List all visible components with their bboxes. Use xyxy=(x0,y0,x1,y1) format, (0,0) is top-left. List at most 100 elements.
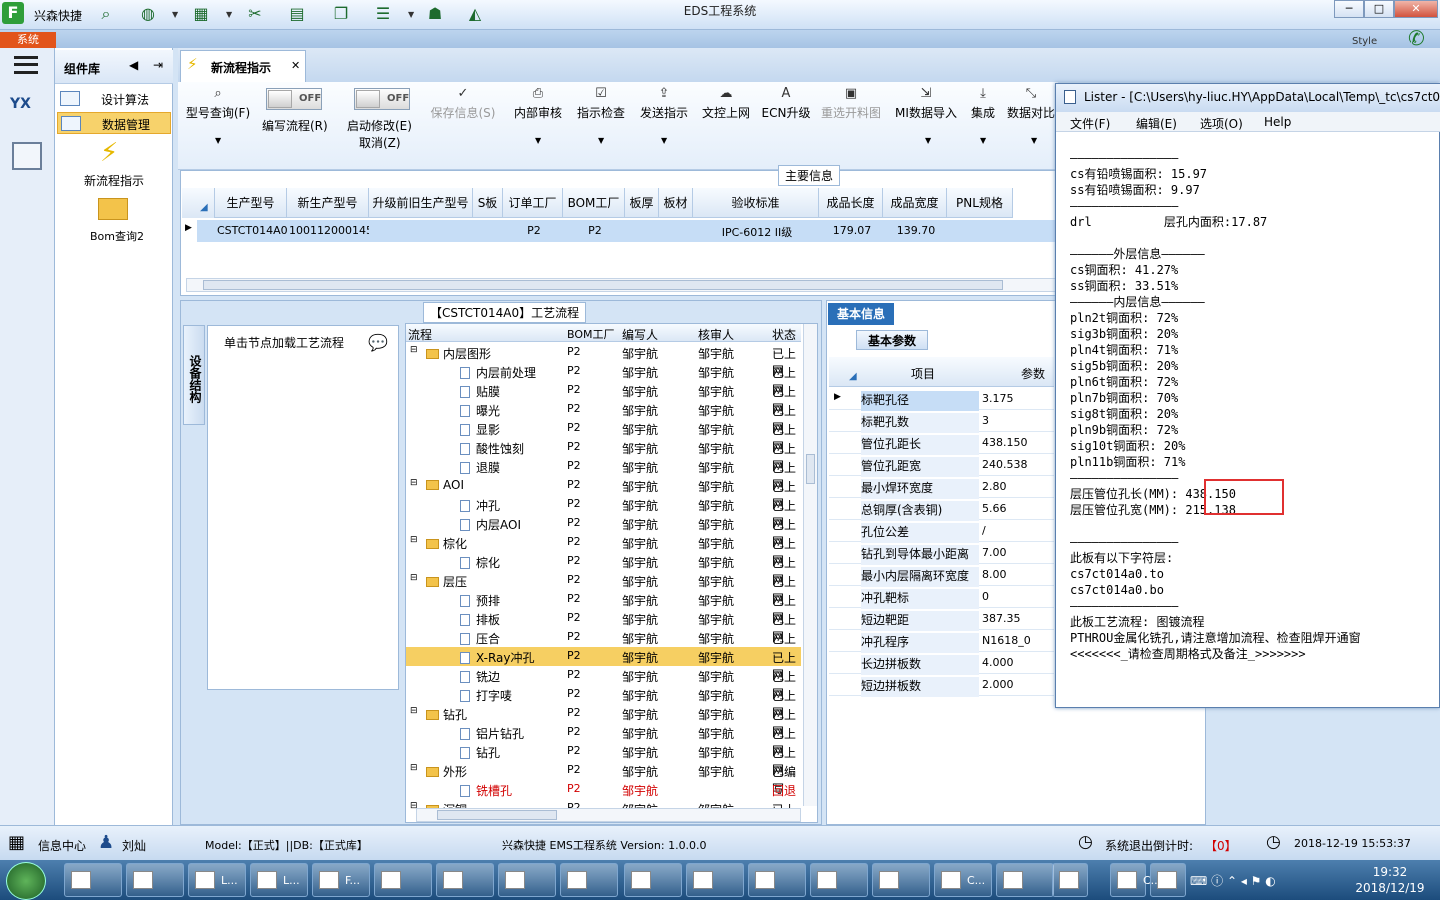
tree-row[interactable]: 钻孔 ⊟ P2 邹宇航 邹宇航 已上网 xyxy=(406,704,801,739)
tree-row[interactable]: 棕化 P2 邹宇航 邹宇航 已上网 xyxy=(406,552,801,587)
lightning-icon[interactable]: ⚡ xyxy=(100,138,118,168)
tree-row[interactable]: 酸性蚀刻 P2 邹宇航 邹宇航 已上网 xyxy=(406,438,801,473)
horizontal-scrollbar[interactable] xyxy=(186,278,1056,292)
tree-row[interactable]: 显影 P2 邹宇航 邹宇航 已上网 xyxy=(406,419,801,454)
tree-row[interactable]: 冲孔 P2 邹宇航 邹宇航 已上网 xyxy=(406,495,801,530)
model-query-button[interactable]: ⌕ 型号查询(F) xyxy=(183,86,253,121)
col-header[interactable]: 板厚 xyxy=(625,188,659,218)
taskbar-item[interactable]: F... xyxy=(312,863,370,897)
taskbar-item[interactable]: L... xyxy=(188,863,246,897)
col-header[interactable]: 板材 xyxy=(659,188,693,218)
close-icon[interactable]: ✕ xyxy=(291,59,300,72)
taskbar-item[interactable] xyxy=(374,863,432,897)
folder-icon[interactable] xyxy=(98,198,128,220)
expand-toggle-icon[interactable]: ⊟ xyxy=(410,763,418,773)
menu-options[interactable]: 选项(O) xyxy=(1200,115,1243,132)
param-row[interactable]: 长边拼板数 4.000 xyxy=(829,652,1054,675)
tree-row[interactable]: 内层前处理 P2 邹宇航 邹宇航 已上网 xyxy=(406,362,801,397)
col-header[interactable]: BOM工厂 xyxy=(563,188,625,218)
param-row[interactable]: 最小内层隔离环宽度 8.00 xyxy=(829,564,1054,587)
write-flow-toggle[interactable]: OFF xyxy=(266,88,322,110)
expand-toggle-icon[interactable]: ⊟ xyxy=(410,706,418,716)
device-structure-tab[interactable]: 设备结构 xyxy=(183,325,205,425)
chevron-down-icon[interactable]: ▼ xyxy=(535,136,541,145)
tree-row[interactable]: 曝光 P2 邹宇航 邹宇航 已上网 xyxy=(406,400,801,435)
horizontal-scrollbar[interactable] xyxy=(416,808,801,822)
col-header[interactable]: 成品长度 xyxy=(819,188,883,218)
internal-review-button[interactable]: ⎙ 内部审核 xyxy=(503,86,573,121)
param-row[interactable]: 管位孔距长 438.150 xyxy=(829,432,1054,455)
nav-item-data-management[interactable]: 数据管理 xyxy=(57,112,171,134)
tree-row[interactable]: 铝片钻孔 P2 邹宇航 邹宇航 已上网 xyxy=(406,723,801,758)
param-row[interactable]: 最小焊环宽度 2.80 xyxy=(829,476,1054,499)
taskbar-item[interactable] xyxy=(64,863,122,897)
col-header[interactable]: PNL规格 xyxy=(947,188,1013,218)
calculator-icon[interactable] xyxy=(12,142,42,170)
param-row[interactable]: 管位孔距宽 240.538 xyxy=(829,454,1054,477)
param-row[interactable]: 钻孔到导体最小距离 7.00 xyxy=(829,542,1054,565)
style-label[interactable]: Style xyxy=(1352,36,1377,47)
taskbar-item[interactable] xyxy=(748,863,806,897)
expand-toggle-icon[interactable]: ⊟ xyxy=(410,478,418,488)
chevron-down-icon[interactable]: ▼ xyxy=(598,136,604,145)
maximize-button[interactable]: □ xyxy=(1364,0,1394,18)
param-row[interactable]: 孔位公差 / xyxy=(829,520,1054,543)
ecn-upgrade-button[interactable]: A ECN升级 xyxy=(751,86,821,121)
nav-item-design-algorithm[interactable]: 设计算法 xyxy=(57,88,171,110)
taskbar-item[interactable] xyxy=(436,863,494,897)
col-header[interactable]: 生产型号 xyxy=(215,188,287,218)
tree-row[interactable]: 排板 P2 邹宇航 邹宇航 已上网 xyxy=(406,609,801,644)
minimize-button[interactable]: ─ xyxy=(1334,0,1364,18)
system-tab[interactable]: 系统 xyxy=(0,32,56,48)
taskbar-item[interactable] xyxy=(624,863,682,897)
tray-icons[interactable]: ⌨ ⓘ ⌃ ◂ ⚑ ◐ xyxy=(1190,872,1276,889)
pin-icon[interactable]: ⇥ xyxy=(153,58,163,72)
menu-file[interactable]: 文件(F) xyxy=(1070,115,1110,132)
tree-row[interactable]: 预排 P2 邹宇航 邹宇航 已上网 xyxy=(406,590,801,625)
tree-row[interactable]: X-Ray冲孔 P2 邹宇航 邹宇航 已上网 xyxy=(406,647,801,682)
param-row[interactable]: 短边靶距 387.35 xyxy=(829,608,1054,631)
tree-row[interactable]: 铣槽孔 P2 邹宇航 回退 xyxy=(406,780,801,799)
yx-logo-icon[interactable]: YX xyxy=(10,96,42,126)
param-row[interactable]: 冲孔靶标 0 xyxy=(829,586,1054,609)
chevron-down-icon[interactable]: ▼ xyxy=(925,136,931,145)
data-compare-button[interactable]: ⤡ 数据对比 xyxy=(1006,86,1056,121)
launcher-new-flow[interactable]: 新流程指示 xyxy=(84,172,144,189)
chevron-down-icon[interactable]: ▼ xyxy=(980,136,986,145)
tree-row[interactable]: 内层图形 ⊟ P2 邹宇航 邹宇航 已上网 xyxy=(406,343,801,378)
expand-toggle-icon[interactable]: ⊟ xyxy=(410,345,418,355)
windows-grid-icon[interactable]: ▦ xyxy=(8,832,25,853)
tree-row[interactable]: 外形 ⊟ P2 邹宇航 邹宇航 已编写 xyxy=(406,761,801,796)
tab-basic-params[interactable]: 基本参数 xyxy=(856,330,928,350)
tree-row[interactable]: 层压 ⊟ P2 邹宇航 邹宇航 已上网 xyxy=(406,571,801,606)
taskbar-item[interactable] xyxy=(686,863,744,897)
phone-icon[interactable]: ✆ xyxy=(1408,26,1425,50)
col-header[interactable]: 成品宽度 xyxy=(883,188,947,218)
taskbar-item[interactable] xyxy=(996,863,1054,897)
launcher-bom-query[interactable]: Bom查询2 xyxy=(90,228,144,244)
param-row[interactable]: 总铜厚(含表铜) 5.66 xyxy=(829,498,1054,521)
info-center-label[interactable]: 信息中心 xyxy=(38,837,86,854)
taskbar-clock[interactable]: 19:32 2018/12/19 xyxy=(1340,864,1440,896)
taskbar-item[interactable]: L... xyxy=(250,863,308,897)
chevron-down-icon[interactable]: ▼ xyxy=(661,136,667,145)
expand-toggle-icon[interactable]: ⊟ xyxy=(410,573,418,583)
reselect-cutting-button[interactable]: ▣ 重选开料图 xyxy=(816,86,886,121)
col-header[interactable]: 升级前旧生产型号 xyxy=(369,188,473,218)
expand-toggle-icon[interactable]: ⊟ xyxy=(410,535,418,545)
taskbar-item[interactable] xyxy=(126,863,184,897)
taskbar-item[interactable] xyxy=(560,863,618,897)
col-header[interactable]: S板 xyxy=(473,188,503,218)
tree-row[interactable]: 内层AOI P2 邹宇航 邹宇航 已上网 xyxy=(406,514,801,549)
chevron-down-icon[interactable]: ▼ xyxy=(215,136,221,145)
param-row[interactable]: ▶ 标靶孔径 3.175 xyxy=(829,388,1054,411)
tree-row[interactable]: 打字唛 P2 邹宇航 邹宇航 已上网 xyxy=(406,685,801,720)
tree-row[interactable]: AOI ⊟ P2 邹宇航 邹宇航 已上网 xyxy=(406,476,801,511)
param-row[interactable]: 冲孔程序 N1618_0 xyxy=(829,630,1054,653)
taskbar-item[interactable] xyxy=(1150,863,1186,897)
col-header[interactable]: 验收标准 xyxy=(693,188,819,218)
start-button[interactable] xyxy=(6,862,46,900)
tree-row[interactable]: 棕化 ⊟ P2 邹宇航 邹宇航 已上网 xyxy=(406,533,801,568)
taskbar-item[interactable]: C... xyxy=(1110,863,1161,897)
taskbar-item[interactable]: C... xyxy=(934,863,992,897)
